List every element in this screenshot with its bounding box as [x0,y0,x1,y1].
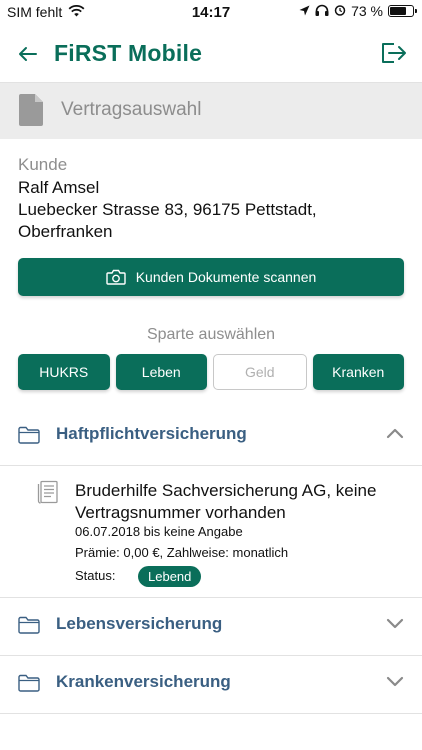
contract-name: Bruderhilfe Sachversicherung AG, keine V… [75,481,377,522]
app-header: FiRST Mobile [0,26,422,83]
battery-icon [388,5,417,17]
sparte-option-hukrs[interactable]: HUKRS [18,354,110,390]
contract-item[interactable]: Bruderhilfe Sachversicherung AG, keine V… [0,466,422,598]
customer-address-line2: Oberfranken [18,222,113,241]
folder-icon [18,426,40,444]
section-title: Vertragsauswahl [61,99,202,120]
group-header-leben[interactable]: Lebensversicherung [0,597,422,656]
sparte-option-kranken[interactable]: Kranken [312,354,404,390]
contract-status-label: Status: [75,568,116,583]
back-button[interactable] [14,40,42,68]
document-icon [19,94,43,126]
arrow-left-icon [19,47,37,61]
chevron-down-icon [386,676,404,687]
alarm-icon [334,3,346,19]
status-badge: Lebend [138,566,202,587]
section-header: Vertragsauswahl [0,83,422,139]
folder-icon [18,674,40,692]
customer-name: Ralf Amsel [18,178,100,197]
logout-icon [382,43,406,63]
scan-button-label: Kunden Dokumente scannen [135,269,317,285]
logout-button[interactable] [378,38,408,68]
location-icon [299,3,310,19]
customer-label: Kunde [18,155,68,174]
group-header-kranken[interactable]: Krankenversicherung [0,655,422,714]
headphones-icon [315,3,329,19]
camera-icon [106,269,126,285]
app-title: FiRST Mobile [54,40,203,66]
group-title: Haftpflichtversicherung [56,424,247,443]
customer-address-line1: Luebecker Strasse 83, 96175 Pettstadt, [18,200,317,219]
sparte-selector: HUKRS Leben Geld Kranken [18,354,404,390]
folder-icon [18,616,40,634]
contract-premium: Prämie: 0,00 €, Zahlweise: monatlich [75,545,289,560]
sparte-option-leben[interactable]: Leben [115,354,207,390]
sparte-option-geld[interactable]: Geld [213,354,307,390]
battery-fill [390,7,406,15]
contract-document-icon [37,480,58,504]
contract-period: 06.07.2018 bis keine Angabe [75,524,243,539]
sparte-label: Sparte auswählen [146,326,276,343]
chevron-up-icon [386,428,404,439]
group-title: Krankenversicherung [56,672,231,691]
chevron-down-icon [386,618,404,629]
group-title: Lebensversicherung [56,614,223,633]
battery-percent: 73 % [351,3,383,19]
group-header-haftpflicht[interactable]: Haftpflichtversicherung [0,407,422,466]
status-bar: SIM fehlt 14:17 73 % [0,0,422,26]
status-right: 73 % [299,3,417,19]
scan-documents-button[interactable]: Kunden Dokumente scannen [18,258,404,296]
